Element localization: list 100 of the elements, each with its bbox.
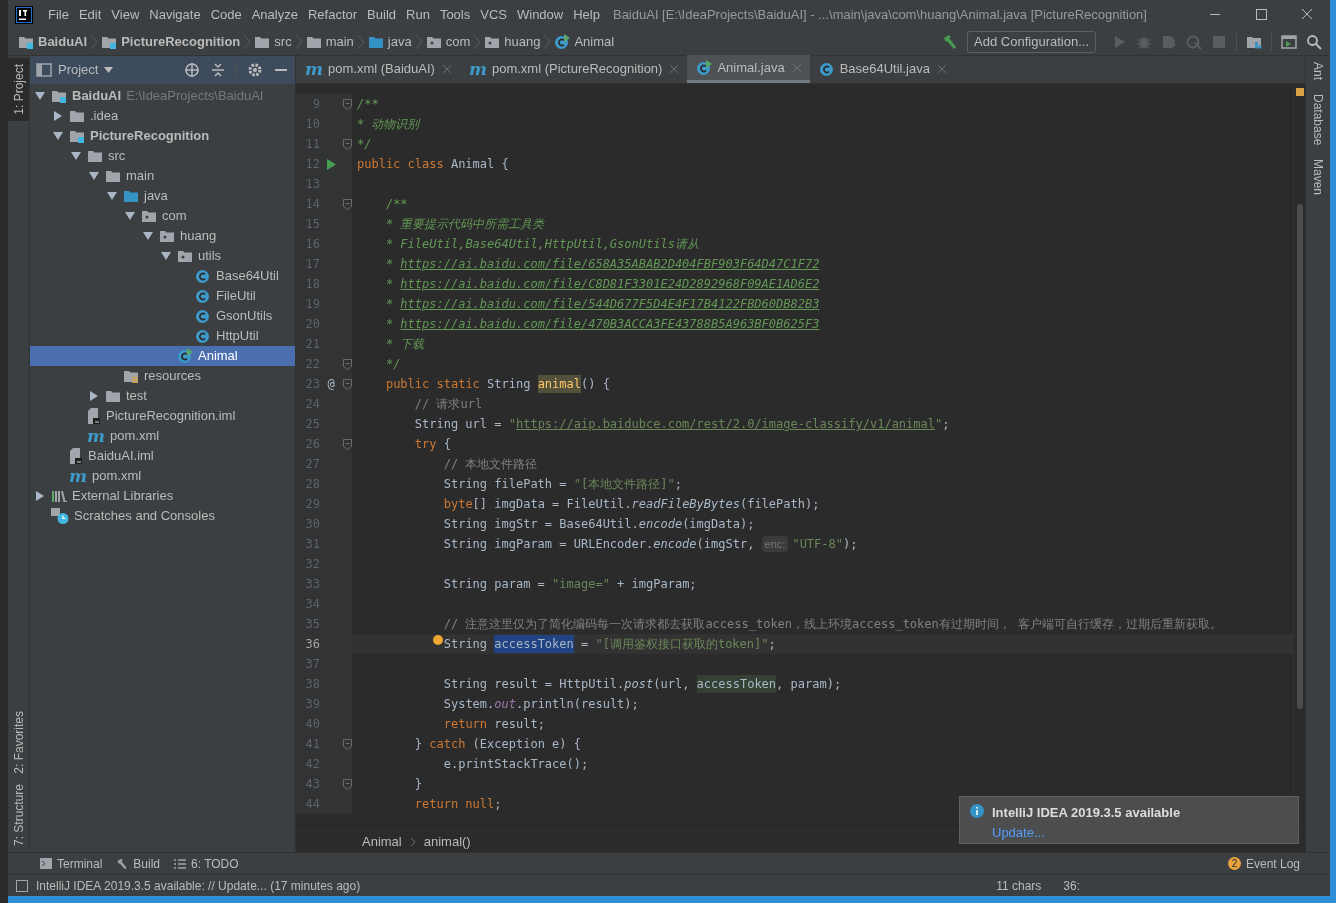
menu-item[interactable]: Edit xyxy=(73,4,107,25)
event-log-tab[interactable]: 2 Event Log xyxy=(1227,854,1300,873)
menu-item[interactable]: Code xyxy=(205,4,247,25)
breadcrumb-item[interactable]: src xyxy=(254,32,292,52)
expanded-arrow-icon[interactable] xyxy=(53,131,63,141)
fold-icon[interactable] xyxy=(342,138,352,150)
fold-icon[interactable] xyxy=(342,738,352,750)
editor-tab[interactable]: Animal.java xyxy=(687,55,810,83)
override-marker[interactable]: @ xyxy=(327,375,335,393)
doc-link[interactable]: https://ai.baidu.com/file/C8D81F3301E24D2892968F09AE1AD6E2 xyxy=(400,275,820,293)
caret-position[interactable]: 36: xyxy=(1063,876,1080,895)
fold-icon[interactable] xyxy=(342,378,352,390)
editor-breadcrumb[interactable]: animal() xyxy=(423,831,471,852)
tool-window-tab[interactable]: Maven xyxy=(1309,159,1327,196)
tree-item[interactable]: BaiduAI E:\IdeaProjects\BaiduAI xyxy=(30,86,295,106)
favorites-tool-tab[interactable]: 2: Favorites xyxy=(9,711,28,774)
intention-bulb-icon[interactable] xyxy=(432,635,443,645)
editor-tab[interactable]: Base64Util.java xyxy=(809,55,955,83)
close-tab-icon[interactable] xyxy=(442,65,451,73)
tree-item[interactable]: PictureRecognition xyxy=(30,126,295,146)
tree-item[interactable]: utils xyxy=(30,246,295,266)
fold-icon[interactable] xyxy=(342,358,352,370)
locate-icon[interactable] xyxy=(184,62,200,78)
tool-window-tab[interactable]: Ant xyxy=(1309,62,1327,80)
menu-item[interactable]: VCS xyxy=(475,4,512,25)
menu-item[interactable]: Tools xyxy=(434,4,476,25)
dropdown-caret-icon[interactable] xyxy=(104,67,114,73)
tree-item[interactable]: src xyxy=(30,146,295,166)
expanded-arrow-icon[interactable] xyxy=(35,91,45,101)
tree-item[interactable]: test xyxy=(30,386,295,406)
tree-item[interactable]: BaiduAI.iml xyxy=(30,446,295,466)
tree-item[interactable]: GsonUtils xyxy=(30,306,295,326)
search-icon[interactable] xyxy=(1306,34,1322,50)
project-tool-tab[interactable]: 1: Project xyxy=(8,58,29,121)
run-icon[interactable] xyxy=(326,158,336,170)
tool-window-tab[interactable]: 6: TODO xyxy=(174,854,239,873)
project-view-dropdown[interactable]: Project xyxy=(58,60,99,80)
fold-icon[interactable] xyxy=(342,198,352,210)
add-configuration-button[interactable]: Add Configuration... xyxy=(967,31,1096,53)
editor-tab[interactable]: m pom.xml (BaiduAI) xyxy=(296,55,460,83)
breadcrumb-item[interactable]: BaiduAI xyxy=(18,32,88,52)
tree-item[interactable]: Animal xyxy=(30,346,295,366)
doc-link[interactable]: https://ai.baidu.com/file/544D677F5D4E4F17B4122FBD60DB82B3 xyxy=(400,295,820,313)
expanded-arrow-icon[interactable] xyxy=(89,171,99,181)
tree-item[interactable]: External Libraries xyxy=(30,486,295,506)
expanded-arrow-icon[interactable] xyxy=(143,231,153,241)
collapsed-arrow-icon[interactable] xyxy=(53,111,63,121)
fold-icon[interactable] xyxy=(342,438,352,450)
collapse-all-icon[interactable] xyxy=(210,62,226,78)
tree-item[interactable]: huang xyxy=(30,226,295,246)
tree-item[interactable]: m pom.xml xyxy=(30,426,295,446)
menu-item[interactable]: View xyxy=(106,4,145,25)
project-structure-icon[interactable] xyxy=(1246,34,1262,50)
update-link[interactable]: Update... xyxy=(992,822,1181,842)
tree-item[interactable]: m pom.xml xyxy=(30,466,295,486)
tool-window-tab[interactable]: Build xyxy=(116,854,161,873)
fold-icon[interactable] xyxy=(342,778,352,790)
breadcrumb-item[interactable]: huang xyxy=(484,32,541,52)
expanded-arrow-icon[interactable] xyxy=(71,151,81,161)
editor-breadcrumb[interactable]: Animal xyxy=(362,831,402,852)
menu-item[interactable]: Help xyxy=(568,4,605,25)
tree-item[interactable]: Base64Util xyxy=(30,266,295,286)
tool-windows-icon[interactable] xyxy=(16,879,28,892)
tree-item[interactable]: main xyxy=(30,166,295,186)
tree-item[interactable]: java xyxy=(30,186,295,206)
menu-item[interactable]: Refactor xyxy=(302,4,363,25)
tool-window-tab[interactable]: Database xyxy=(1309,94,1327,146)
warning-marker[interactable] xyxy=(1296,88,1304,96)
string-link[interactable]: https://aip.baidubce.com/rest/2.0/image-classify/v1/animal xyxy=(515,415,935,433)
tool-window-tab[interactable]: Terminal xyxy=(40,854,103,873)
close-tab-icon[interactable] xyxy=(937,65,946,73)
breadcrumb-item[interactable]: PictureRecognition xyxy=(101,32,241,52)
breadcrumb-item[interactable]: main xyxy=(305,32,354,52)
menu-item[interactable]: Build xyxy=(362,4,401,25)
settings-icon[interactable] xyxy=(247,62,263,78)
doc-link[interactable]: https://ai.baidu.com/file/470B3ACCA3FE43788B5A963BF0B625F3 xyxy=(400,315,820,333)
structure-tool-tab[interactable]: 7: Structure xyxy=(9,783,28,846)
menu-item[interactable]: Navigate xyxy=(144,4,206,25)
breadcrumb-item[interactable]: Animal xyxy=(554,32,615,52)
tree-item[interactable]: Scratches and Consoles xyxy=(30,506,295,526)
expanded-arrow-icon[interactable] xyxy=(107,191,117,201)
status-message[interactable]: IntelliJ IDEA 2019.3.5 available: // Update... (17 minutes ago) xyxy=(36,876,361,895)
tree-item[interactable]: resources xyxy=(30,366,295,386)
scrollbar-thumb[interactable] xyxy=(1297,204,1303,709)
tree-item[interactable]: com xyxy=(30,206,295,226)
expanded-arrow-icon[interactable] xyxy=(125,211,135,221)
menu-item[interactable]: Window xyxy=(511,4,569,25)
update-notification[interactable]: IntelliJ IDEA 2019.3.5 available Update... xyxy=(959,796,1299,844)
hammer-icon[interactable] xyxy=(942,34,959,50)
editor-tab[interactable]: m pom.xml (PictureRecognition) xyxy=(459,55,688,83)
expanded-arrow-icon[interactable] xyxy=(161,251,171,261)
menu-item[interactable]: Run xyxy=(401,4,435,25)
collapsed-arrow-icon[interactable] xyxy=(89,391,99,401)
close-tab-icon[interactable] xyxy=(670,65,679,73)
fold-icon[interactable] xyxy=(342,98,352,110)
run-window-icon[interactable] xyxy=(1281,34,1297,50)
tree-item[interactable]: HttpUtil xyxy=(30,326,295,346)
breadcrumb-item[interactable]: java xyxy=(367,32,412,52)
menu-item[interactable]: Analyze xyxy=(246,4,303,25)
menu-item[interactable]: File xyxy=(43,4,74,25)
